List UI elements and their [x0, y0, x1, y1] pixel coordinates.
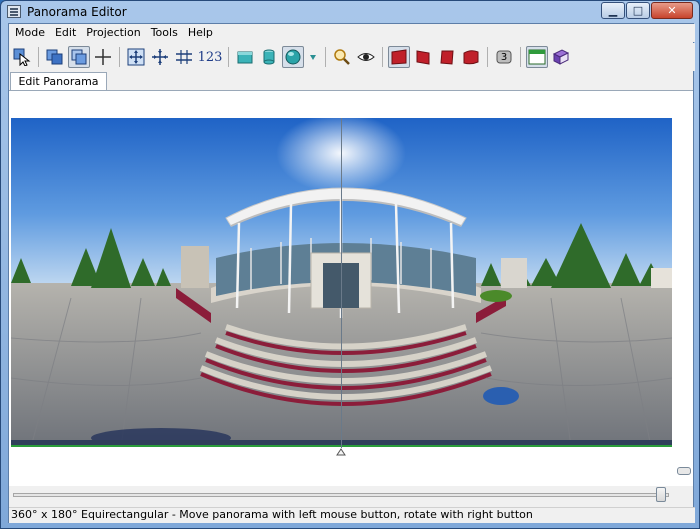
book-icon	[552, 49, 570, 65]
cylinder-projection-icon	[263, 49, 275, 65]
images-stack-icon	[46, 49, 63, 65]
numbers-label: 123	[197, 49, 223, 65]
crosshair-button[interactable]	[92, 46, 114, 68]
fit-arrows-icon	[152, 49, 168, 65]
toolbar-separator	[228, 47, 229, 67]
overlap-images-icon	[71, 49, 87, 65]
toolbar-separator	[382, 47, 383, 67]
chevron-down-icon	[310, 55, 316, 60]
center-arrows-icon	[127, 48, 145, 66]
counter-badge-text: 3	[500, 52, 508, 63]
eye-icon	[357, 53, 375, 61]
toolbar-separator	[487, 47, 488, 67]
minimize-button[interactable]: ▁	[601, 2, 625, 19]
panorama-canvas[interactable]	[9, 91, 693, 502]
guide-handle-icon[interactable]	[336, 448, 346, 456]
numbers-button[interactable]: 123	[197, 46, 223, 68]
add-images-button[interactable]	[44, 46, 66, 68]
select-tool-button[interactable]	[11, 46, 33, 68]
spherical-button[interactable]	[282, 46, 304, 68]
status-bar: 360° x 180° Equirectangular - Move panor…	[9, 507, 695, 523]
menu-edit[interactable]: Edit	[51, 24, 82, 42]
horizontal-slider-thumb[interactable]	[656, 487, 666, 502]
app-window: Panorama Editor ▁ □ ✕ Mode Edit Projecti…	[0, 0, 700, 529]
menu-bar: Mode Edit Projection Tools Help	[9, 24, 695, 42]
menu-mode[interactable]: Mode	[11, 24, 51, 42]
rectilinear-projection-icon	[237, 51, 253, 64]
close-button[interactable]: ✕	[651, 2, 693, 19]
toolbar: 123 3	[9, 43, 695, 71]
sphere-projection-icon	[285, 49, 301, 65]
show-window-button[interactable]	[526, 46, 548, 68]
menu-projection[interactable]: Projection	[82, 24, 146, 42]
window-green-icon	[528, 49, 546, 65]
magnifier-icon	[334, 49, 350, 65]
red-panel-slant-icon	[440, 50, 454, 65]
tab-edit-panorama[interactable]: Edit Panorama	[10, 72, 107, 91]
rectilinear-button[interactable]	[234, 46, 256, 68]
toolbar-separator	[38, 47, 39, 67]
preview-button[interactable]	[355, 46, 377, 68]
red-panel-wave-icon	[463, 50, 479, 65]
help-book-button[interactable]	[550, 46, 572, 68]
crosshair-icon	[95, 49, 111, 65]
counter-button[interactable]: 3	[493, 46, 515, 68]
toolbar-separator	[520, 47, 521, 67]
menu-tools[interactable]: Tools	[147, 24, 184, 42]
zoom-button[interactable]	[331, 46, 353, 68]
toolbar-separator	[325, 47, 326, 67]
toolbar-separator	[119, 47, 120, 67]
window-title: Panorama Editor	[27, 5, 127, 19]
layout-wave-button[interactable]	[460, 46, 482, 68]
center-button[interactable]	[125, 46, 147, 68]
cursor-select-icon	[13, 48, 31, 66]
straighten-arrows-icon	[176, 50, 192, 64]
straighten-button[interactable]	[173, 46, 195, 68]
layout-slant-button[interactable]	[436, 46, 458, 68]
vertical-slider-thumb[interactable]	[677, 467, 691, 475]
maximize-button[interactable]: □	[626, 2, 650, 19]
red-panel-flat-icon	[391, 49, 407, 65]
layout-tilt-button[interactable]	[412, 46, 434, 68]
client-area: Mode Edit Projection Tools Help 123 3 Ed…	[8, 23, 695, 523]
app-icon	[7, 5, 21, 18]
fit-button[interactable]	[149, 46, 171, 68]
red-panel-tilt-icon	[416, 50, 430, 65]
tab-bar: Edit Panorama	[9, 72, 693, 92]
layout-flat-button[interactable]	[388, 46, 410, 68]
cylindrical-button[interactable]	[258, 46, 280, 68]
window-controls: ▁ □ ✕	[600, 2, 693, 19]
title-bar[interactable]: Panorama Editor ▁ □ ✕	[1, 1, 699, 23]
center-guide-line[interactable]	[341, 118, 342, 448]
overlap-view-button[interactable]	[68, 46, 90, 68]
menu-help[interactable]: Help	[184, 24, 219, 42]
horizontal-slider-track[interactable]	[13, 493, 669, 497]
projection-dropdown-button[interactable]	[306, 46, 320, 68]
